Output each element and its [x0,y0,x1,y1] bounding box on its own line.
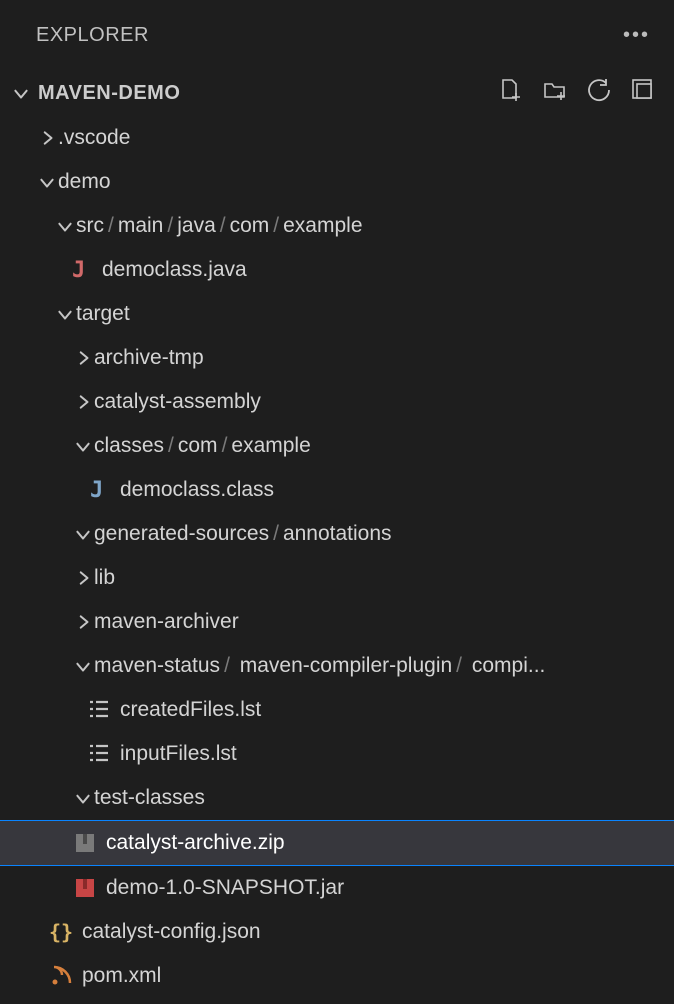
file-label: pom.xml [82,964,161,988]
chevron-down-icon [72,523,94,545]
file-inputfiles-lst[interactable]: inputFiles.lst [0,732,674,776]
explorer-title: EXPLORER [36,24,149,47]
chevron-right-icon [72,567,94,589]
zip-file-icon [72,830,98,856]
file-label: democlass.java [102,258,247,282]
file-createdfiles-lst[interactable]: createdFiles.lst [0,688,674,732]
chevron-down-icon [72,435,94,457]
folder-demo[interactable]: demo [0,160,674,204]
folder-label: demo [58,170,111,194]
java-file-icon [68,257,94,283]
folder-label: catalyst-assembly [94,390,261,414]
file-tree: .vscode demo src/ main/ java/ com/ examp… [0,116,674,998]
folder-label: .vscode [58,126,130,150]
folder-generated-sources[interactable]: generated-sources/ annotations [0,512,674,556]
chevron-right-icon [72,347,94,369]
chevron-right-icon [36,127,58,149]
folder-label: maven-archiver [94,610,239,634]
folder-classes-path[interactable]: classes/ com/ example [0,424,674,468]
list-file-icon [86,697,112,723]
jar-file-icon [72,875,98,901]
new-file-icon[interactable] [498,77,524,109]
workspace-title: MAVEN-DEMO [38,82,180,105]
chevron-down-icon [36,171,58,193]
chevron-right-icon [72,611,94,633]
chevron-right-icon [72,391,94,413]
list-file-icon [86,741,112,767]
file-demo-jar[interactable]: demo-1.0-SNAPSHOT.jar [0,866,674,910]
file-catalyst-archive-zip[interactable]: catalyst-archive.zip [0,820,674,866]
chevron-down-icon [72,787,94,809]
file-democlass-class[interactable]: democlass.class [0,468,674,512]
folder-vscode[interactable]: .vscode [0,116,674,160]
folder-label: target [76,302,130,326]
file-label: democlass.class [120,478,274,502]
chevron-down-icon [54,215,76,237]
folder-src-path[interactable]: src/ main/ java/ com/ example [0,204,674,248]
folder-label: test-classes [94,786,205,810]
file-label: catalyst-config.json [82,920,261,944]
folder-lib[interactable]: lib [0,556,674,600]
chevron-down-icon [54,303,76,325]
new-folder-icon[interactable] [542,77,568,109]
workspace-section-header[interactable]: MAVEN-DEMO [0,70,674,116]
refresh-icon[interactable] [586,77,612,109]
folder-label: lib [94,566,115,590]
more-icon[interactable]: ••• [623,24,650,47]
file-label: catalyst-archive.zip [106,831,285,855]
file-label: createdFiles.lst [120,698,261,722]
folder-test-classes[interactable]: test-classes [0,776,674,820]
chevron-down-icon [72,655,94,677]
file-label: inputFiles.lst [120,742,237,766]
collapse-all-icon[interactable] [630,77,656,109]
chevron-down-icon [10,82,32,104]
folder-label: archive-tmp [94,346,204,370]
file-catalyst-config-json[interactable]: catalyst-config.json [0,910,674,954]
file-democlass-java[interactable]: democlass.java [0,248,674,292]
explorer-header: EXPLORER ••• [0,0,674,70]
section-actions [498,77,656,109]
folder-target[interactable]: target [0,292,674,336]
folder-catalyst-assembly[interactable]: catalyst-assembly [0,380,674,424]
file-pom-xml[interactable]: pom.xml [0,954,674,998]
class-file-icon [86,477,112,503]
folder-archive-tmp[interactable]: archive-tmp [0,336,674,380]
file-label: demo-1.0-SNAPSHOT.jar [106,876,344,900]
xml-file-icon [48,963,74,989]
folder-maven-archiver[interactable]: maven-archiver [0,600,674,644]
json-file-icon [48,919,74,945]
folder-maven-status-path[interactable]: maven-status/ maven-compiler-plugin/ com… [0,644,674,688]
